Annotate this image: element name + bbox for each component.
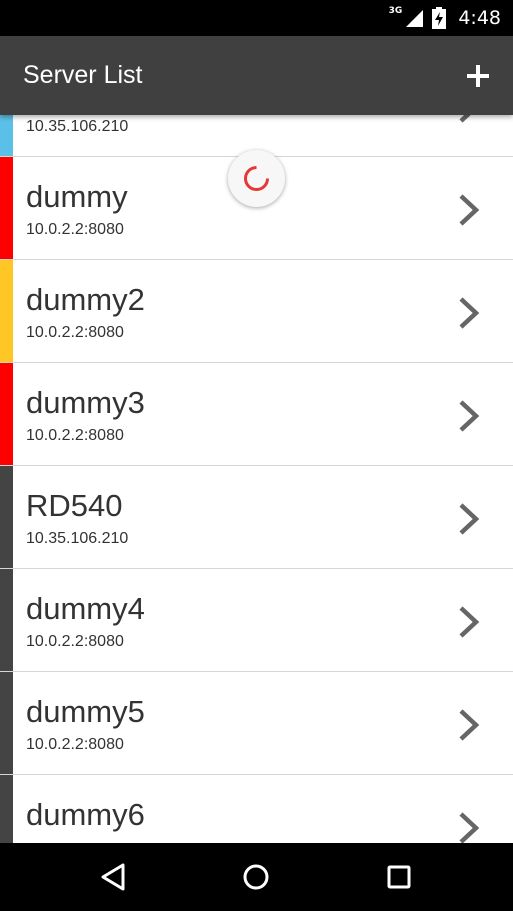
server-status-indicator bbox=[0, 115, 13, 156]
navigation-bar bbox=[0, 843, 513, 911]
server-name: dummy3 bbox=[26, 385, 145, 420]
recents-icon bbox=[387, 865, 411, 889]
server-name: dummy4 bbox=[26, 591, 145, 626]
server-address: 10.0.2.2:8080 bbox=[26, 736, 124, 753]
server-row[interactable]: dummy6 bbox=[0, 775, 513, 843]
server-status-indicator bbox=[0, 672, 13, 774]
loading-spinner bbox=[228, 150, 285, 207]
server-address: 10.35.106.210 bbox=[26, 118, 129, 135]
app-bar: Server List bbox=[0, 36, 513, 115]
chevron-right-icon bbox=[459, 400, 480, 432]
status-icons: 3G 4:48 bbox=[389, 0, 501, 36]
server-row[interactable]: dummy2 10.0.2.2:8080 bbox=[0, 260, 513, 363]
server-name: dummy6 bbox=[26, 797, 145, 832]
server-address: 10.35.106.210 bbox=[26, 530, 129, 547]
add-icon bbox=[467, 65, 489, 87]
chevron-right-icon bbox=[459, 297, 480, 329]
add-server-button[interactable] bbox=[465, 63, 491, 89]
server-status-indicator bbox=[0, 157, 13, 259]
server-address: 10.0.2.2:8080 bbox=[26, 427, 124, 444]
home-button[interactable] bbox=[240, 861, 272, 893]
progress-icon bbox=[244, 166, 269, 191]
server-status-indicator bbox=[0, 569, 13, 671]
server-status-indicator bbox=[0, 260, 13, 362]
server-row[interactable]: dummy3 10.0.2.2:8080 bbox=[0, 363, 513, 466]
back-icon bbox=[101, 863, 125, 891]
server-status-indicator bbox=[0, 466, 13, 568]
server-name: dummy bbox=[26, 179, 128, 214]
page-title: Server List bbox=[23, 61, 143, 89]
server-row[interactable]: dummy4 10.0.2.2:8080 bbox=[0, 569, 513, 672]
status-bar: 3G 4:48 bbox=[0, 0, 513, 36]
server-status-indicator bbox=[0, 363, 13, 465]
network-type: 3G bbox=[388, 6, 403, 16]
back-button[interactable] bbox=[98, 861, 130, 893]
recents-button[interactable] bbox=[383, 861, 415, 893]
chevron-right-icon bbox=[459, 503, 480, 535]
chevron-right-icon bbox=[459, 194, 480, 226]
server-list: 10.35.106.210 dummy 10.0.2.2:8080 dummy2 10.… bbox=[0, 115, 513, 843]
clock: 4:48 bbox=[458, 7, 501, 29]
server-row[interactable]: RD540 10.35.106.210 bbox=[0, 466, 513, 569]
battery-charging-icon bbox=[432, 7, 447, 29]
signal-icon bbox=[406, 10, 424, 27]
chevron-right-icon bbox=[459, 812, 480, 843]
server-address: 10.0.2.2:8080 bbox=[26, 324, 124, 341]
server-list-viewport[interactable]: 10.35.106.210 dummy 10.0.2.2:8080 dummy2 10.… bbox=[0, 115, 513, 843]
chevron-right-icon bbox=[459, 606, 480, 638]
server-row[interactable]: dummy5 10.0.2.2:8080 bbox=[0, 672, 513, 775]
server-address: 10.0.2.2:8080 bbox=[26, 221, 124, 238]
server-address: 10.0.2.2:8080 bbox=[26, 633, 124, 650]
chevron-right-icon bbox=[459, 115, 471, 123]
server-name: dummy2 bbox=[26, 282, 145, 317]
home-icon bbox=[243, 864, 269, 890]
chevron-right-icon bbox=[459, 709, 480, 741]
server-name: RD540 bbox=[26, 488, 123, 523]
server-name: dummy5 bbox=[26, 694, 145, 729]
server-status-indicator bbox=[0, 775, 13, 843]
